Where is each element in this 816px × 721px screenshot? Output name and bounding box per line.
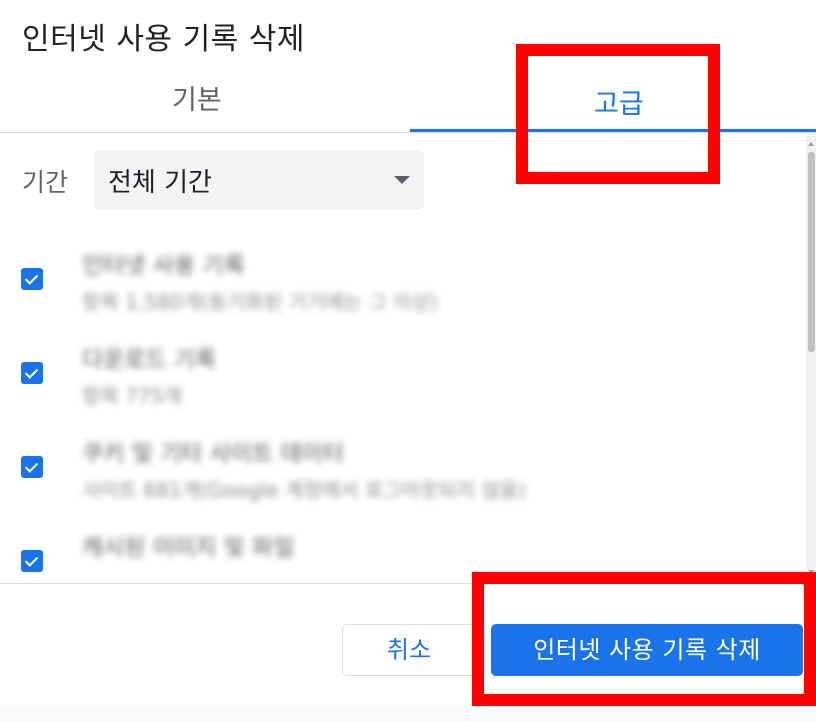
- list-item-browsing-history[interactable]: 인터넷 사용 기록 항목 1,580개(동기화된 기기에는 그 이상): [0, 253, 806, 344]
- checkbox-checked-icon[interactable]: [21, 456, 43, 478]
- checkbox-checked-icon[interactable]: [21, 268, 43, 290]
- item-subtitle: 항목 775개: [82, 384, 182, 408]
- list-item-cookies[interactable]: 쿠키 및 기타 사이트 데이터 사이트 681개(Google 계정에서 로그아…: [0, 441, 806, 532]
- footer-divider: [0, 583, 816, 584]
- list-item-download-history[interactable]: 다운로드 기록 항목 775개: [0, 347, 806, 438]
- caret-down-icon: [394, 176, 410, 184]
- item-subtitle: 항목 1,580개(동기화된 기기에는 그 이상): [82, 290, 438, 314]
- item-title: 다운로드 기록: [82, 347, 217, 373]
- item-title: 캐시된 이미지 및 파일: [82, 535, 295, 561]
- scroll-down-arrow-icon[interactable]: [808, 570, 814, 574]
- data-type-list: 인터넷 사용 기록 항목 1,580개(동기화된 기기에는 그 이상) 다운로드…: [0, 212, 806, 582]
- item-title: 쿠키 및 기타 사이트 데이터: [82, 441, 345, 467]
- dialog-title: 인터넷 사용 기록 삭제: [22, 22, 306, 57]
- item-title: 인터넷 사용 기록: [82, 253, 245, 279]
- time-range-label: 기간: [22, 168, 69, 197]
- checkbox-checked-icon[interactable]: [21, 550, 43, 572]
- tab-advanced[interactable]: 고급: [594, 82, 644, 121]
- list-item-cached-images[interactable]: 캐시된 이미지 및 파일: [0, 535, 806, 582]
- checkbox-checked-icon[interactable]: [21, 362, 43, 384]
- selected-tab-indicator: [410, 129, 816, 132]
- scrollbar-thumb[interactable]: [808, 152, 815, 352]
- cancel-button[interactable]: 취소: [342, 624, 476, 676]
- time-range-select[interactable]: 전체 기간: [94, 150, 424, 210]
- time-range-value: 전체 기간: [108, 168, 212, 198]
- clear-browsing-data-dialog: 인터넷 사용 기록 삭제 기본 고급 기간 전체 기간 인터넷 사용 기록 항목…: [0, 0, 816, 705]
- tab-divider: [0, 132, 816, 133]
- clear-data-button[interactable]: 인터넷 사용 기록 삭제: [491, 624, 803, 676]
- tab-basic[interactable]: 기본: [172, 78, 222, 117]
- item-subtitle: 사이트 681개(Google 계정에서 로그아웃되지 않음): [82, 478, 527, 502]
- scroll-up-arrow-icon[interactable]: [808, 142, 814, 146]
